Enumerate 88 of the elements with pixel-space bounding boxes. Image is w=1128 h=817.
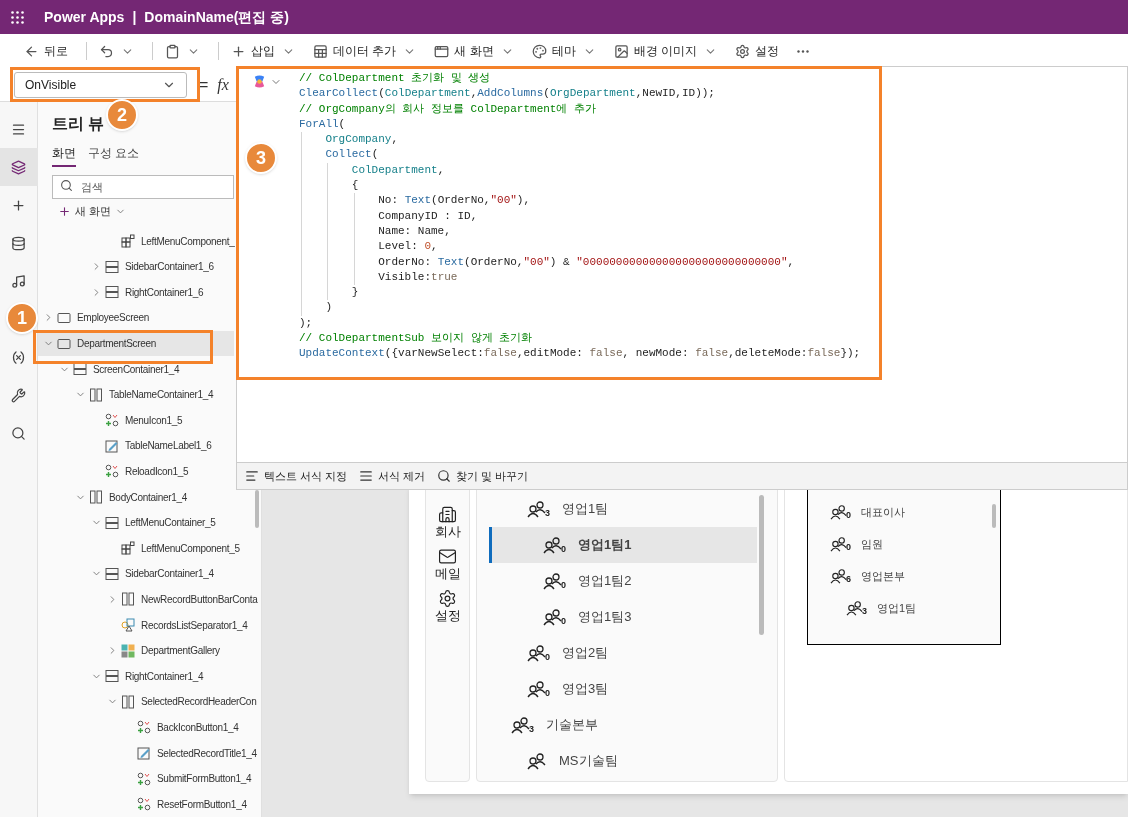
org-label: 영업본부 <box>861 568 905 584</box>
code-line: OrderNo: Text(OrderNo,"00") & "000000000000000000000000000000", <box>299 254 861 270</box>
gallery-item[interactable]: 0 영업2팀 <box>489 635 757 671</box>
title-separator: | <box>132 7 137 27</box>
tree-item[interactable]: TableNameLabel1_6 <box>38 433 234 459</box>
tree-item[interactable]: LeftMenuComponent_ <box>38 228 235 254</box>
tree-item[interactable]: SelectedRecordTitle1_4 <box>38 740 257 766</box>
equals-sign: = <box>199 74 209 95</box>
code-line: OrgCompany, <box>299 132 861 148</box>
code-line: UpdateContext({varNewSelect:false,editMode: false, newMode: false,deleteMode:false}); <box>299 346 861 362</box>
gallery-item[interactable]: 0 영업1팀2 <box>489 563 757 599</box>
code-line: No: Text(OrderNo,"00"), <box>299 193 861 209</box>
member-count: 0 <box>561 545 566 554</box>
code-line: // ColDepartmentSub 보이지 않게 초기화 <box>299 331 534 347</box>
panel-title: 트리 뷰 <box>52 114 105 134</box>
toolbar-button[interactable]: 데이터 추가 <box>307 37 423 65</box>
code-line: CompanyID : ID, <box>299 208 861 224</box>
member-count: 0 <box>545 653 550 662</box>
tree-item[interactable]: BackIconButton1_4 <box>38 714 239 741</box>
code-line: Collect( <box>299 147 861 163</box>
code-line: ColDepartment, <box>299 162 861 179</box>
code-line: Visible:true <box>299 269 861 286</box>
org-label: 대표이사 <box>861 504 905 520</box>
tree-item[interactable]: SubmitFormButton1_4 <box>38 765 252 792</box>
code-line: ); <box>299 315 314 331</box>
panel-tab[interactable]: 화면 <box>52 144 76 167</box>
member-count: 0 <box>561 581 566 590</box>
tree-item[interactable]: BodyContainer1_4 <box>38 484 234 510</box>
member-count: 0 <box>846 543 851 552</box>
tree-item[interactable]: MenuIcon1_5 <box>38 407 234 434</box>
gallery-item[interactable]: 0 영업1팀1 <box>489 527 757 563</box>
nav-item[interactable]: 회사 <box>434 505 461 540</box>
toolbar-button[interactable]: 테마 <box>525 37 602 65</box>
tree-item[interactable]: RightContainer1_6 <box>38 279 234 306</box>
tree-item[interactable]: ScreenContainer1_4 <box>38 356 234 382</box>
toolbar-button[interactable]: 뒤로 <box>18 37 74 65</box>
code-line: } <box>299 285 861 301</box>
tree-item[interactable]: SelectedRecordHeaderCon <box>38 689 257 715</box>
fx-label: fx <box>217 74 229 96</box>
tree-item[interactable]: LeftMenuContainer_5 <box>38 509 234 536</box>
property-dropdown[interactable]: OnVisible <box>14 71 187 98</box>
toolbar-button[interactable]: 배경 이미지 <box>607 37 724 65</box>
tree-item[interactable]: SidebarContainer1_6 <box>38 253 234 280</box>
gallery-item[interactable]: 0 영업3팀 <box>489 671 757 707</box>
tree-item[interactable]: NewRecordButtonBarConta <box>38 586 258 613</box>
document-title: DomainName(편집 중) <box>144 7 289 27</box>
format-button[interactable]: 서식 제거 <box>359 467 426 485</box>
toolbar-button[interactable]: 새 화면 <box>428 37 520 65</box>
org-label: 영업1팀 <box>877 600 917 616</box>
gallery-item[interactable]: MS기술팀 <box>489 743 757 779</box>
member-count: 6 <box>846 575 851 584</box>
toolbar-button[interactable]: 삽입 <box>225 37 301 65</box>
code-line: ClearCollect(ColDepartment,AddColumns(OrgDepartment,NewID,ID)); <box>299 86 716 102</box>
member-count: 0 <box>561 617 566 626</box>
tree-item[interactable]: SidebarContainer1_4 <box>38 561 234 587</box>
format-button[interactable]: 찾기 및 바꾸기 <box>437 467 529 485</box>
tree-item[interactable]: RecordsListSeparator1_4 <box>38 612 248 638</box>
tree-item[interactable]: LeftMenuComponent_5 <box>38 535 240 562</box>
member-count: 3 <box>545 509 550 518</box>
product-name: Power Apps <box>44 7 125 27</box>
format-button[interactable]: 텍스트 서식 지정 <box>245 467 348 485</box>
code-line: // ColDepartment 초기화 및 생성 <box>299 71 492 86</box>
member-count: 3 <box>529 725 534 734</box>
panel-tab[interactable]: 구성 요소 <box>88 144 140 167</box>
tree-item[interactable]: ResetFormButton1_4 <box>38 791 247 817</box>
code-line: Level: 0, <box>299 239 861 255</box>
gallery-item[interactable]: 0 영업1팀3 <box>489 599 757 635</box>
toolbar-button[interactable]: 설정 <box>729 37 786 65</box>
tree-item[interactable]: EmployeeScreen <box>38 305 234 331</box>
tree-item[interactable]: DepartmentGallery <box>38 637 234 664</box>
member-count: 3 <box>862 607 867 616</box>
nav-item[interactable]: 설정 <box>434 589 461 624</box>
nav-item[interactable]: 메일 <box>434 547 461 582</box>
new-screen-button[interactable]: 새 화면 <box>58 202 127 221</box>
tree-item[interactable]: TableNameContainer1_4 <box>38 381 234 408</box>
member-count: 0 <box>545 689 550 698</box>
code-line: Name: Name, <box>299 223 861 240</box>
tree-item[interactable]: ReloadIcon1_5 <box>38 458 234 485</box>
search-field[interactable]: 검색 <box>52 175 234 199</box>
gallery-item[interactable]: 3 기술본부 <box>489 707 757 743</box>
code-line: { <box>299 178 861 194</box>
code-line: // OrgCompany의 회사 정보를 ColDepartment에 추가 <box>299 101 598 117</box>
code-line: ) <box>299 300 861 316</box>
gallery-item[interactable]: 3 영업1팀 <box>489 491 757 527</box>
member-count: 0 <box>846 511 851 520</box>
org-label: 임원 <box>861 536 883 552</box>
code-line: ForAll( <box>299 116 347 132</box>
tree-item[interactable]: RightContainer1_4 <box>38 663 234 690</box>
